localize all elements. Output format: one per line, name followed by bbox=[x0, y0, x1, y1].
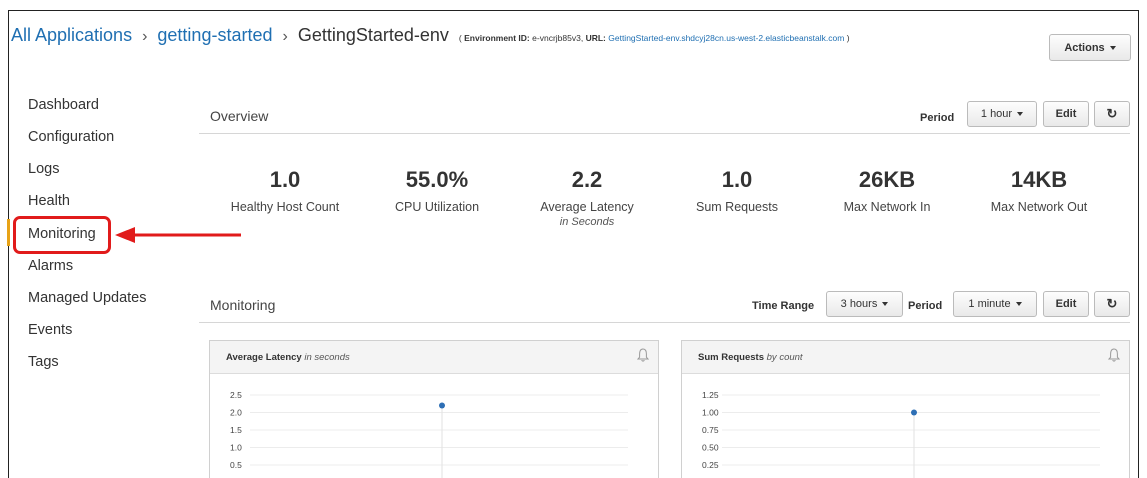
data-point[interactable] bbox=[439, 402, 445, 409]
y-tick-label: 0.25 bbox=[702, 460, 719, 470]
stat-label: Max Network Out bbox=[990, 200, 1088, 214]
breadcrumb-application[interactable]: getting-started bbox=[157, 25, 272, 46]
sidebar-item-managed-updates[interactable]: Managed Updates bbox=[28, 290, 147, 306]
chart-title-text: Sum Requests bbox=[698, 352, 764, 363]
breadcrumb-environment: GettingStarted-env bbox=[297, 25, 449, 45]
breadcrumb-separator: › bbox=[142, 28, 148, 45]
monitoring-period-dropdown[interactable]: 1 minute bbox=[953, 291, 1037, 317]
stat-value: 1.0 bbox=[721, 167, 753, 192]
sidebar-item-alarms[interactable]: Alarms bbox=[28, 258, 73, 274]
stat-average-latency: 2.2 Average Latency in Seconds bbox=[517, 167, 657, 228]
data-point[interactable] bbox=[911, 409, 917, 416]
refresh-icon: ↻ bbox=[1106, 296, 1118, 311]
chart-title: Average Latency in seconds bbox=[226, 352, 350, 363]
overview-divider bbox=[199, 133, 1130, 134]
chart-title: Sum Requests by count bbox=[698, 352, 803, 363]
env-close-paren: ) bbox=[846, 33, 850, 43]
actions-button-label: Actions bbox=[1064, 41, 1105, 54]
stat-sublabel: in Seconds bbox=[559, 216, 615, 228]
monitoring-period-value: 1 minute bbox=[968, 298, 1011, 310]
stat-label: Healthy Host Count bbox=[230, 200, 340, 214]
chart-panel-sum-requests: Sum Requests by count 1.25 1.00 0.75 0.50 0.… bbox=[681, 340, 1130, 478]
stat-value: 55.0% bbox=[405, 167, 469, 192]
y-tick-label: 2.5 bbox=[230, 390, 242, 400]
stat-value: 14KB bbox=[1010, 167, 1068, 192]
env-open-paren: ( bbox=[458, 33, 462, 43]
caret-down-icon bbox=[1015, 302, 1022, 306]
chart-panel-average-latency: Average Latency in seconds 2.5 2.0 1.5 1.0 0… bbox=[209, 340, 659, 478]
env-url-label: URL: bbox=[585, 33, 606, 43]
breadcrumb: All Applications › getting-started › Get… bbox=[11, 25, 850, 46]
monitoring-period-label: Period bbox=[908, 300, 943, 312]
overview-period-dropdown[interactable]: 1 hour bbox=[967, 101, 1037, 127]
stat-value: 26KB bbox=[858, 167, 916, 192]
caret-down-icon bbox=[1017, 112, 1024, 116]
pointer-arrow-icon bbox=[115, 227, 241, 243]
chart-plot-average-latency: 2.5 2.0 1.5 1.0 0.5 bbox=[230, 390, 628, 478]
overview-period-label: Period bbox=[920, 112, 955, 124]
stat-value: 2.2 bbox=[571, 167, 603, 192]
sidebar-item-tags[interactable]: Tags bbox=[28, 354, 59, 370]
chart-panel-header: Average Latency in seconds bbox=[210, 341, 658, 374]
chart-unit: by count bbox=[766, 352, 803, 363]
chart-unit: in seconds bbox=[304, 352, 350, 363]
stat-max-network-in: 26KB Max Network In bbox=[817, 167, 957, 214]
monitoring-highlight-box bbox=[13, 216, 111, 254]
sidebar-item-logs[interactable]: Logs bbox=[28, 161, 59, 177]
stat-label: Average Latency bbox=[540, 200, 634, 214]
sidebar-item-configuration[interactable]: Configuration bbox=[28, 129, 114, 145]
stat-max-network-out: 14KB Max Network Out bbox=[969, 167, 1109, 214]
overview-period-value: 1 hour bbox=[980, 108, 1013, 120]
caret-down-icon bbox=[1109, 45, 1116, 50]
actions-button[interactable]: Actions bbox=[1049, 34, 1131, 61]
monitoring-edit-label: Edit bbox=[1055, 298, 1077, 310]
y-tick-label: 1.5 bbox=[230, 425, 242, 435]
breadcrumb-all-applications[interactable]: All Applications bbox=[11, 25, 132, 46]
sidebar-item-events[interactable]: Events bbox=[28, 322, 72, 338]
overview-edit-button[interactable]: Edit bbox=[1043, 101, 1089, 127]
time-range-dropdown[interactable]: 3 hours bbox=[826, 291, 903, 317]
env-id-label: Environment ID: bbox=[464, 33, 530, 43]
bell-icon[interactable] bbox=[637, 348, 649, 362]
env-url-link[interactable]: GettingStarted-env.shdcyj28cn.us-west-2.… bbox=[608, 33, 844, 43]
chart-panel-header: Sum Requests by count bbox=[682, 341, 1129, 374]
sidebar-item-dashboard[interactable]: Dashboard bbox=[28, 97, 99, 113]
stat-label: Max Network In bbox=[843, 200, 931, 214]
refresh-icon: ↻ bbox=[1106, 106, 1118, 121]
y-tick-label: 1.00 bbox=[702, 408, 719, 418]
y-tick-label: 1.25 bbox=[702, 390, 719, 400]
chart-plot-sum-requests: 1.25 1.00 0.75 0.50 0.25 bbox=[702, 390, 1100, 478]
sidebar-item-health[interactable]: Health bbox=[28, 193, 70, 209]
overview-refresh-button[interactable]: ↻ bbox=[1094, 101, 1130, 127]
time-range-label: Time Range bbox=[752, 300, 815, 312]
stat-sum-requests: 1.0 Sum Requests bbox=[667, 167, 807, 214]
stat-cpu-utilization: 55.0% CPU Utilization bbox=[367, 167, 507, 214]
breadcrumb-separator: › bbox=[282, 28, 288, 45]
environment-info: ( Environment ID: e-vncrjb85v3, URL: Get… bbox=[459, 33, 850, 43]
y-tick-label: 0.50 bbox=[702, 443, 719, 453]
env-id-value: e-vncrjb85v3, bbox=[532, 33, 584, 43]
caret-down-icon bbox=[882, 302, 889, 306]
y-tick-label: 0.75 bbox=[702, 425, 719, 435]
y-tick-label: 1.0 bbox=[230, 443, 242, 453]
chart-title-text: Average Latency bbox=[226, 352, 302, 363]
stat-label: CPU Utilization bbox=[394, 200, 480, 214]
monitoring-refresh-button[interactable]: ↻ bbox=[1094, 291, 1130, 317]
time-range-value: 3 hours bbox=[840, 298, 878, 310]
monitoring-divider bbox=[199, 322, 1130, 323]
overview-title: Overview bbox=[210, 108, 269, 124]
active-indicator bbox=[7, 219, 10, 246]
monitoring-title: Monitoring bbox=[210, 297, 276, 313]
monitoring-edit-button[interactable]: Edit bbox=[1043, 291, 1089, 317]
y-tick-label: 2.0 bbox=[230, 408, 242, 418]
y-tick-label: 0.5 bbox=[230, 460, 242, 470]
stat-value: 1.0 bbox=[269, 167, 301, 192]
overview-edit-label: Edit bbox=[1055, 108, 1077, 120]
stat-label: Sum Requests bbox=[696, 200, 778, 214]
stat-healthy-host-count: 1.0 Healthy Host Count bbox=[215, 167, 355, 214]
bell-icon[interactable] bbox=[1108, 348, 1120, 362]
